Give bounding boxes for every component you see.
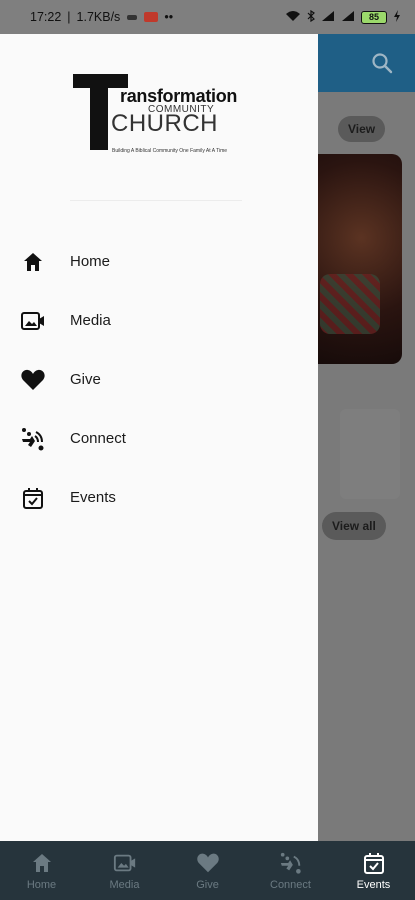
nav-media[interactable]: Media (83, 841, 166, 900)
status-speed: 1.7KB/s (76, 10, 121, 24)
menu-item-give[interactable]: Give (0, 350, 318, 409)
wifi-icon (285, 10, 301, 25)
battery-indicator: 85 (361, 10, 387, 24)
church-logo: ransformation COMMUNITY CHURCH Building … (70, 74, 245, 156)
nav-give[interactable]: Give (166, 841, 249, 900)
nav-label: Home (26, 878, 57, 891)
menu-item-home[interactable]: Home (0, 232, 318, 291)
menu-item-events[interactable]: Events (0, 468, 318, 527)
heart-icon (20, 367, 46, 393)
home-icon (32, 853, 51, 872)
nav-label: Connect (270, 878, 311, 891)
status-bar: 17:22 | 1.7KB/s •• 85 (0, 0, 415, 34)
signal-icon (321, 10, 335, 25)
nav-connect[interactable]: Connect (249, 841, 332, 900)
calendar-icon (363, 852, 384, 874)
record-icon (144, 12, 159, 22)
drawer-divider (70, 200, 242, 201)
nav-events[interactable]: Events (332, 841, 415, 900)
home-icon (20, 249, 46, 275)
menu-item-connect[interactable]: Connect (0, 409, 318, 468)
view-button[interactable]: View (338, 116, 386, 142)
cloud-icon (126, 10, 138, 24)
menu-item-media[interactable]: Media (0, 291, 318, 350)
search-icon[interactable] (369, 50, 395, 76)
status-dots: •• (164, 10, 174, 24)
logo-tagline: Building A Biblical Community One Family… (112, 148, 228, 154)
connect-icon (20, 426, 46, 452)
menu-item-label: Media (70, 312, 111, 329)
view-all-button[interactable]: View all (322, 512, 386, 540)
video-icon (20, 308, 46, 334)
drawer-menu: Home Media Give Connect Events (0, 232, 318, 527)
signal-icon (341, 10, 355, 25)
connect-icon (280, 852, 301, 874)
menu-item-label: Events (70, 489, 116, 506)
status-separator: | (67, 10, 71, 24)
navigation-drawer: ransformation COMMUNITY CHURCH Building … (0, 30, 318, 841)
calendar-icon (20, 485, 46, 511)
status-time: 17:22 (30, 10, 62, 24)
content-card (340, 409, 400, 499)
video-icon (113, 854, 135, 871)
charging-icon (393, 9, 401, 25)
heart-icon (196, 853, 219, 872)
nav-label: Give (196, 878, 219, 891)
menu-item-label: Connect (70, 430, 126, 447)
menu-item-label: Home (70, 253, 111, 270)
nav-label: Media (109, 878, 140, 891)
menu-item-label: Give (70, 371, 101, 388)
logo-t-stem (90, 74, 108, 150)
nav-home[interactable]: Home (0, 841, 83, 900)
bottom-navigation: Home Media Give Connect Events (0, 841, 415, 900)
bluetooth-icon (307, 9, 315, 25)
logo-church: CHURCH (111, 110, 218, 137)
nav-label: Events (356, 878, 391, 891)
